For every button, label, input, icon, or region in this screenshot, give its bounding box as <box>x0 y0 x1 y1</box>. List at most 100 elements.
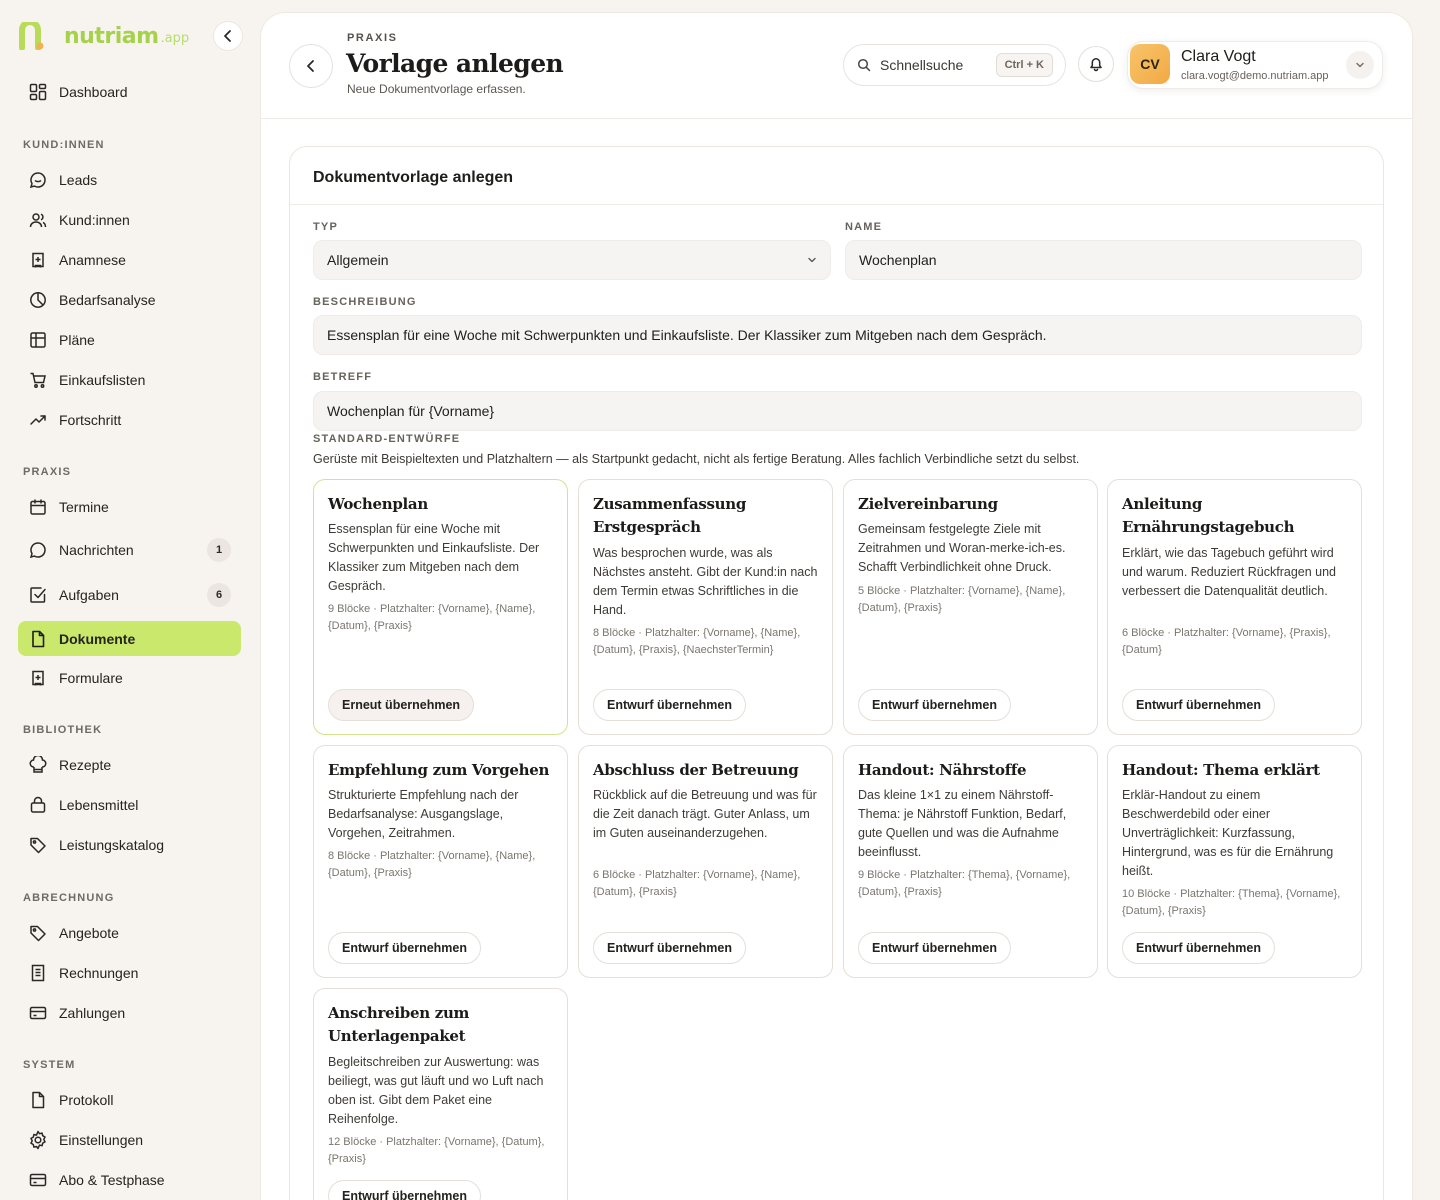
sidebar-item-formulare[interactable]: Formulare <box>18 660 241 696</box>
reapply-template-button[interactable]: Erneut übernehmen <box>328 689 475 721</box>
sidebar-section-system: SYSTEM <box>23 1059 76 1071</box>
user-menu[interactable]: CV Clara Vogt clara.vogt@demo.nutriam.ap… <box>1127 41 1383 89</box>
back-button[interactable] <box>289 44 333 88</box>
sidebar-item-protokoll[interactable]: Protokoll <box>18 1082 241 1118</box>
sidebar-item-nachrichten[interactable]: Nachrichten 1 <box>18 532 241 568</box>
sidebar-item-label: Nachrichten <box>59 542 134 558</box>
notifications-button[interactable] <box>1078 46 1114 82</box>
sidebar-item-fortschritt[interactable]: Fortschritt <box>18 402 241 438</box>
sidebar-item-abo[interactable]: Abo & Testphase <box>18 1162 241 1198</box>
sidebar-item-rezepte[interactable]: Rezepte <box>18 747 241 783</box>
template-title: Abschluss der Betreuung <box>593 761 799 779</box>
sidebar-item-label: Aufgaben <box>59 587 119 603</box>
template-title: Handout: Thema erklärt <box>1122 761 1320 779</box>
sidebar-section-practice: PRAXIS <box>23 466 72 478</box>
sidebar-item-einstellungen[interactable]: Einstellungen <box>18 1122 241 1158</box>
drafts-hint: Gerüste mit Beispieltexten und Platzhalt… <box>313 452 1080 466</box>
apply-template-button[interactable]: Entwurf übernehmen <box>328 1180 482 1200</box>
brand-logo[interactable]: nutriam .app <box>18 20 189 50</box>
template-card[interactable]: Empfehlung zum Vorgehen Strukturierte Em… <box>313 745 568 978</box>
sidebar-item-label: Rechnungen <box>59 965 139 981</box>
sidebar-item-bedarfsanalyse[interactable]: Bedarfsanalyse <box>18 282 241 318</box>
template-description: Erklär-Handout zu einem Beschwerdebild o… <box>1122 788 1334 878</box>
type-select[interactable]: Allgemein <box>313 240 831 280</box>
sidebar-section-clients: KUND:INNEN <box>23 139 105 151</box>
table-icon <box>28 330 48 350</box>
chef-hat-icon <box>28 755 48 775</box>
user-name: Clara Vogt <box>1181 48 1256 65</box>
apply-template-button[interactable]: Entwurf übernehmen <box>858 689 1012 721</box>
description-label: BESCHREIBUNG <box>313 296 417 308</box>
template-meta: 8 Blöcke · Platzhalter: {Vorname}, {Name… <box>593 627 801 656</box>
sidebar-item-lebensmittel[interactable]: Lebensmittel <box>18 787 241 823</box>
sidebar-item-label: Bedarfsanalyse <box>59 292 156 308</box>
template-card[interactable]: Zusammenfassung Erstgespräch Was besproc… <box>578 479 833 735</box>
credit-card-icon <box>28 1003 48 1023</box>
page-eyebrow: PRAXIS <box>347 32 398 44</box>
sidebar-item-einkaufslisten[interactable]: Einkaufslisten <box>18 362 241 398</box>
template-card[interactable]: Zielvereinbarung Gemeinsam festgelegte Z… <box>843 479 1098 735</box>
template-form-card: Dokumentvorlage anlegen TYP Allgemein NA… <box>289 146 1384 1200</box>
template-card[interactable]: Anschreiben zum Unterlagenpaket Begleits… <box>313 988 568 1200</box>
sidebar-item-leads[interactable]: Leads <box>18 162 241 198</box>
sidebar-item-anamnese[interactable]: Anamnese <box>18 242 241 278</box>
sidebar-item-label: Pläne <box>59 332 95 348</box>
apply-template-button[interactable]: Entwurf übernehmen <box>1122 932 1276 964</box>
apply-template-button[interactable]: Entwurf übernehmen <box>328 932 482 964</box>
sidebar-section-library: BIBLIOTHEK <box>23 724 103 736</box>
name-field[interactable]: Wochenplan <box>845 240 1362 280</box>
sidebar-item-leistungskatalog[interactable]: Leistungskatalog <box>18 827 241 863</box>
sidebar-item-clients[interactable]: Kund:innen <box>18 202 241 238</box>
sidebar-item-aufgaben[interactable]: Aufgaben 6 <box>18 577 241 613</box>
template-meta: 10 Blöcke · Platzhalter: {Thema}, {Vorna… <box>1122 888 1341 917</box>
sidebar-item-plaene[interactable]: Pläne <box>18 322 241 358</box>
apply-template-button[interactable]: Entwurf übernehmen <box>593 932 747 964</box>
quick-search[interactable]: Schnellsuche Ctrl + K <box>843 44 1066 86</box>
name-field-value: Wochenplan <box>859 252 937 268</box>
shopping-cart-icon <box>28 370 48 390</box>
page-header: PRAXIS Vorlage anlegen Neue Dokumentvorl… <box>261 13 1412 119</box>
template-meta: 12 Blöcke · Platzhalter: {Vorname}, {Dat… <box>328 1136 545 1165</box>
sidebar-item-termine[interactable]: Termine <box>18 489 241 525</box>
sidebar-item-zahlungen[interactable]: Zahlungen <box>18 995 241 1031</box>
sidebar-item-label: Leads <box>59 172 98 188</box>
sidebar-item-angebote[interactable]: Angebote <box>18 915 241 951</box>
collapse-sidebar-button[interactable] <box>213 21 243 51</box>
sidebar-section-billing: ABRECHNUNG <box>23 892 115 904</box>
type-select-value: Allgemein <box>327 252 389 268</box>
apply-template-button[interactable]: Entwurf übernehmen <box>1122 689 1276 721</box>
file-icon <box>28 629 48 649</box>
sidebar-item-dashboard[interactable]: Dashboard <box>18 74 241 110</box>
description-field[interactable]: Essensplan für eine Woche mit Schwerpunk… <box>313 315 1362 355</box>
sidebar-item-rechnungen[interactable]: Rechnungen <box>18 955 241 991</box>
user-menu-toggle[interactable] <box>1346 51 1374 79</box>
credit-card-icon <box>28 1170 48 1190</box>
template-card[interactable]: Wochenplan Essensplan für eine Woche mit… <box>313 479 568 735</box>
task-count-badge: 6 <box>207 583 231 607</box>
template-card[interactable]: Handout: Nährstoffe Das kleine 1×1 zu ei… <box>843 745 1098 978</box>
shopping-bag-icon <box>28 795 48 815</box>
type-label: TYP <box>313 221 338 233</box>
apply-template-button[interactable]: Entwurf übernehmen <box>593 689 747 721</box>
sidebar-item-label: Kund:innen <box>59 212 130 228</box>
template-meta: 6 Blöcke · Platzhalter: {Vorname}, {Prax… <box>1122 627 1331 656</box>
template-card[interactable]: Abschluss der Betreuung Rückblick auf di… <box>578 745 833 978</box>
nutriam-logo-icon <box>19 22 44 50</box>
card-title: Dokumentvorlage anlegen <box>313 169 514 186</box>
sidebar-item-dokumente[interactable]: Dokumente <box>18 621 241 656</box>
template-description: Rückblick auf die Betreuung und was für … <box>593 788 817 840</box>
template-meta: 9 Blöcke · Platzhalter: {Thema}, {Vornam… <box>858 869 1071 898</box>
page-subtitle: Neue Dokumentvorlage erfassen. <box>347 82 526 96</box>
template-card[interactable]: Anleitung Ernährungstagebuch Erklärt, wi… <box>1107 479 1362 735</box>
template-title: Empfehlung zum Vorgehen <box>328 761 550 779</box>
subject-field[interactable]: Wochenplan für {Vorname} <box>313 391 1362 431</box>
sidebar-item-label: Termine <box>59 499 109 515</box>
chat-bubble-icon <box>28 170 48 190</box>
template-description: Strukturierte Empfehlung nach der Bedarf… <box>328 788 519 840</box>
template-title: Handout: Nährstoffe <box>858 761 1027 779</box>
template-card[interactable]: Handout: Thema erklärt Erklär-Handout zu… <box>1107 745 1362 978</box>
brand-wordmark: nutriam <box>64 24 159 49</box>
sidebar-item-label: Lebensmittel <box>59 797 139 813</box>
sidebar-item-label: Anamnese <box>59 252 126 268</box>
apply-template-button[interactable]: Entwurf übernehmen <box>858 932 1012 964</box>
